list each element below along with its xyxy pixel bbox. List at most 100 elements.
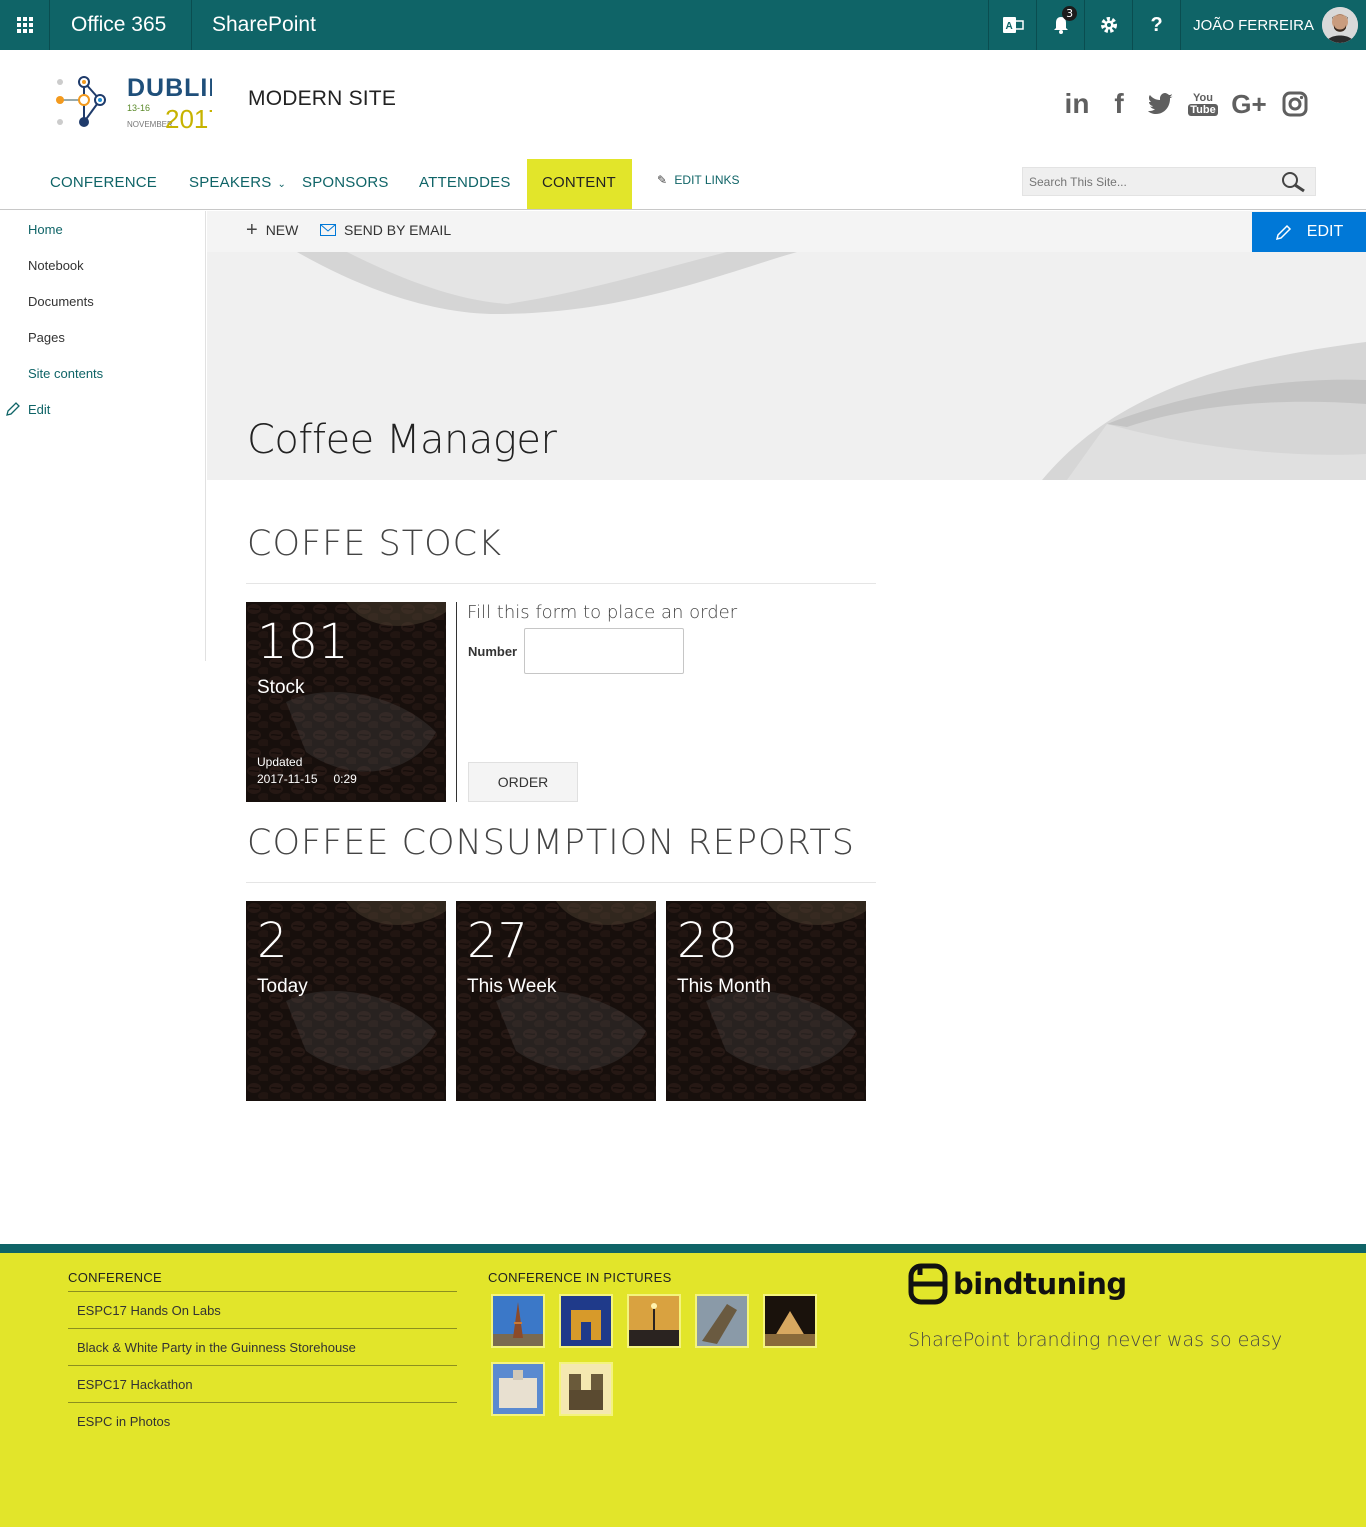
picture-thumbnail[interactable] [491,1294,545,1348]
plus-icon: + [246,219,258,241]
bindtuning-logo[interactable]: bindtuning [908,1263,1127,1305]
report-tile-month: 28 This Month [666,901,866,1101]
report-label: Today [257,976,308,997]
footer-conference-heading: CONFERENCE [68,1270,163,1285]
left-nav-edit[interactable]: Edit [5,401,50,417]
edit-links-label: EDIT LINKS [674,173,740,187]
nav-item-conference[interactable]: CONFERENCE [50,159,157,209]
picture-thumbnail[interactable] [695,1294,749,1348]
left-nav-notebook[interactable]: Notebook [28,258,84,273]
footer-link[interactable]: ESPC17 Hackathon [68,1365,457,1402]
new-button[interactable]: + NEW [246,219,299,241]
picture-thumbnail[interactable] [627,1294,681,1348]
bindtuning-icon [908,1263,948,1305]
edit-links[interactable]: ✎ EDIT LINKS [657,173,740,187]
picture-thumbnail[interactable] [559,1294,613,1348]
bindtuning-tagline: SharePoint branding never was so easy [908,1329,1283,1351]
user-menu[interactable]: JOÃO FERREIRA [1180,0,1366,50]
pencil-icon [6,402,20,416]
nav-item-speakers-label: SPEAKERS [189,174,272,191]
left-nav-documents[interactable]: Documents [28,294,94,309]
number-input[interactable] [524,628,684,674]
app-launcher-icon[interactable] [0,0,50,50]
site-title[interactable]: MODERN SITE [248,87,396,111]
left-nav-edit-label: Edit [28,401,51,417]
stock-updated: Updated 2017-11-15 0:29 [257,754,357,788]
logo-dates: 13-16 [127,103,150,113]
stock-value: 181 [257,614,349,670]
footer-link[interactable]: ESPC in Photos [68,1402,457,1439]
google-plus-icon[interactable]: G+ [1230,88,1268,120]
picture-thumbnail[interactable] [559,1362,613,1416]
skype-icon: A [1002,17,1024,33]
mail-icon [320,224,336,236]
stock-heading: COFFE STOCK [247,524,503,564]
report-value: 2 [257,913,288,969]
pencil-icon [1275,224,1291,241]
edit-page-button[interactable]: EDIT [1252,212,1366,252]
page-banner: Coffee Manager [207,252,1366,480]
page-title: Coffee Manager [247,417,557,463]
nav-item-sponsors[interactable]: SPONSORS [302,159,389,209]
facebook-icon[interactable]: f [1104,88,1134,120]
footer-divider [0,1244,1366,1253]
notification-count-badge: 3 [1062,6,1078,21]
settings-button[interactable] [1084,0,1132,50]
instagram-icon[interactable] [1280,88,1310,120]
new-button-label: NEW [265,222,299,238]
bindtuning-brand: bindtuning [953,1267,1127,1301]
help-icon: ? [1150,13,1163,36]
order-form-caption: Fill this form to place an order [467,602,738,623]
svg-text:A: A [1005,21,1012,32]
search-box [1022,167,1316,196]
reports-heading: COFFEE CONSUMPTION REPORTS [247,823,855,863]
order-form: Fill this form to place an order Number … [456,602,876,802]
updated-time: 0:29 [333,772,357,786]
help-button[interactable]: ? [1132,0,1180,50]
left-nav-pages[interactable]: Pages [28,330,65,345]
linkedin-icon[interactable]: in [1062,88,1092,120]
report-value: 27 [467,913,529,969]
notifications-button[interactable]: 3 [1036,0,1084,50]
user-name: JOÃO FERREIRA [1193,16,1314,34]
send-by-email-label: SEND BY EMAIL [344,222,452,238]
quick-launch: Home Notebook Documents Pages Site conte… [0,211,206,661]
search-icon[interactable] [1281,171,1307,197]
social-links: in f You Tube G+ [1062,88,1310,120]
twitter-icon[interactable] [1146,88,1176,120]
edit-page-label: EDIT [1306,223,1344,240]
left-nav-site-contents[interactable]: Site contents [28,366,103,381]
footer-link[interactable]: ESPC17 Hands On Labs [68,1291,457,1328]
divider [246,882,876,883]
report-value: 28 [677,913,739,969]
nav-item-content[interactable]: CONTENT [527,159,632,209]
nav-item-attendees[interactable]: ATTENDDES [419,159,511,209]
left-nav-home[interactable]: Home [28,222,63,237]
footer: CONFERENCE ESPC17 Hands On Labs Black & … [0,1253,1366,1527]
footer-pictures-heading: CONFERENCE IN PICTURES [488,1270,672,1285]
chevron-down-icon: ⌄ [277,179,287,190]
nav-item-speakers[interactable]: SPEAKERS ⌄ [189,159,286,209]
stock-label: Stock [257,677,305,698]
order-button[interactable]: ORDER [468,762,578,802]
youtube-icon[interactable]: You Tube [1188,88,1218,120]
footer-link[interactable]: Black & White Party in the Guinness Stor… [68,1328,457,1365]
send-by-email-button[interactable]: SEND BY EMAIL [320,222,451,238]
updated-date: 2017-11-15 [257,772,318,786]
pencil-icon: ✎ [657,173,668,187]
office-365-link[interactable]: Office 365 [71,0,166,50]
skype-button[interactable]: A [988,0,1036,50]
divider [246,583,876,584]
suite-bar: Office 365 SharePoint A 3 ? JOÃO FERREIR… [0,0,1366,50]
site-logo[interactable]: DUBLIN 13-16 NOVEMBER 2017 [52,70,226,134]
report-tile-week: 27 This Week [456,901,656,1101]
command-bar: + NEW SEND BY EMAIL EDIT [207,211,1366,252]
top-navigation: CONFERENCE SPEAKERS ⌄ SPONSORS ATTENDDES … [0,158,1366,210]
sharepoint-link[interactable]: SharePoint [191,0,316,50]
picture-thumbnail[interactable] [491,1362,545,1416]
number-label: Number [468,644,518,659]
picture-thumbnail[interactable] [763,1294,817,1348]
search-input[interactable] [1023,168,1273,195]
footer-links: ESPC17 Hands On Labs Black & White Party… [68,1291,457,1439]
logo-city: DUBLIN [127,74,212,102]
